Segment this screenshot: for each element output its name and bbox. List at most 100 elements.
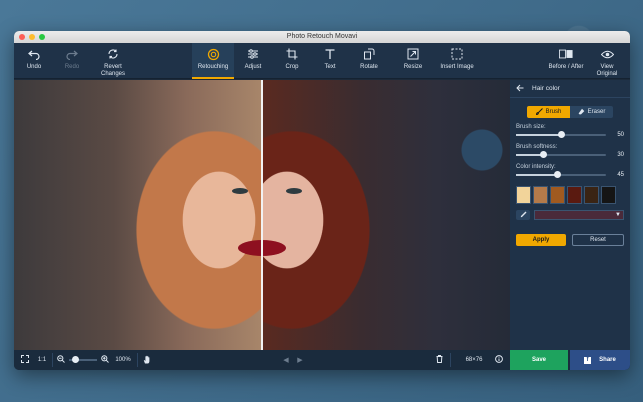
revert-label: Revert Changes	[100, 64, 126, 77]
color-swatch[interactable]	[516, 186, 531, 204]
tab-retouching[interactable]: Retouching	[192, 43, 234, 79]
hand-tool-button[interactable]	[140, 350, 154, 370]
redo-icon	[65, 47, 79, 61]
panel-header: Hair color	[510, 80, 630, 98]
before-photo	[14, 80, 262, 350]
slider-fill	[516, 154, 543, 156]
brush-eraser-toggle: Brush Eraser	[527, 106, 613, 118]
retouching-icon	[206, 47, 220, 61]
zoom-level: 100%	[115, 357, 131, 363]
zoom-slider-knob[interactable]	[72, 356, 79, 363]
hand-icon	[143, 355, 151, 366]
slider-fill	[516, 134, 561, 136]
tab-insert-image[interactable]: Insert Image	[440, 43, 474, 79]
title-bar: Photo Retouch Movavi	[14, 31, 630, 43]
slider-knob[interactable]	[553, 171, 561, 178]
fit-to-screen-button[interactable]	[18, 350, 32, 370]
reset-button[interactable]: Reset	[572, 234, 624, 246]
color-swatch[interactable]	[550, 186, 565, 204]
arrow-right-icon: ▶	[297, 357, 303, 364]
custom-color-dropdown[interactable]: ▼	[534, 210, 624, 220]
color-intensity-slider[interactable]	[516, 171, 606, 178]
separator	[137, 353, 138, 367]
eraser-mode-button[interactable]: Eraser	[570, 106, 613, 118]
arrow-left-icon: ◀	[283, 357, 289, 364]
brush-softness-label: Brush softness:	[516, 144, 558, 150]
brush-mode-button[interactable]: Brush	[527, 106, 570, 118]
color-swatch[interactable]	[533, 186, 548, 204]
tab-text[interactable]: Text	[316, 43, 344, 79]
slider-knob[interactable]	[558, 131, 565, 138]
slider-knob[interactable]	[540, 151, 547, 158]
app-window: Photo Retouch Movavi Undo Redo Revert Ch…	[14, 31, 630, 370]
zoom-out-button[interactable]	[56, 350, 66, 370]
tab-adjust[interactable]: Adjust	[238, 43, 268, 79]
before-after-divider-handle[interactable]	[261, 80, 263, 350]
view-original-button[interactable]: View Original	[590, 43, 624, 79]
trash-icon	[436, 355, 443, 365]
image-canvas[interactable]	[14, 80, 510, 350]
info-icon	[495, 355, 503, 365]
brush-softness-slider-row: Brush softness: 30	[510, 144, 630, 158]
apply-button[interactable]: Apply	[516, 234, 566, 246]
text-label: Text	[324, 64, 336, 70]
eraser-icon	[578, 108, 585, 117]
before-after-label: Before / After	[548, 64, 584, 70]
rotate-icon	[362, 47, 376, 61]
tab-rotate[interactable]: Rotate	[354, 43, 384, 79]
info-button[interactable]	[492, 350, 506, 370]
undo-button[interactable]: Undo	[20, 43, 48, 79]
share-label: Share	[599, 357, 616, 363]
tab-resize[interactable]: Resize	[398, 43, 428, 79]
color-swatch[interactable]	[584, 186, 599, 204]
revert-changes-button[interactable]: Revert Changes	[96, 43, 130, 79]
custom-color-row: ▼	[510, 210, 630, 220]
minimize-window-button[interactable]	[29, 34, 35, 40]
brush-size-slider[interactable]	[516, 131, 606, 138]
crop-icon	[285, 47, 299, 61]
insert-image-icon	[450, 47, 464, 61]
resize-icon	[406, 47, 420, 61]
zoom-out-icon	[57, 355, 65, 365]
redo-button[interactable]: Redo	[58, 43, 86, 79]
share-button[interactable]: f Share	[570, 350, 630, 370]
zoom-in-button[interactable]	[100, 350, 110, 370]
eye-icon	[600, 47, 614, 61]
previous-image-button[interactable]: ◀	[280, 350, 292, 370]
color-swatch[interactable]	[567, 186, 582, 204]
view-original-label: View Original	[596, 64, 618, 77]
delete-button[interactable]	[432, 350, 446, 370]
zoom-window-button[interactable]	[39, 34, 45, 40]
brush-icon	[535, 107, 543, 117]
brush-softness-value[interactable]: 30	[610, 152, 624, 158]
active-tab-indicator	[192, 77, 234, 79]
retouching-label: Retouching	[197, 64, 229, 70]
sliders-icon	[246, 47, 260, 61]
adjust-label: Adjust	[244, 64, 262, 70]
save-button[interactable]: Save	[510, 350, 568, 370]
actual-size-button[interactable]: 1:1	[34, 350, 50, 370]
photo-detail	[286, 188, 302, 194]
tab-crop[interactable]: Crop	[278, 43, 306, 79]
brush-size-label: Brush size:	[516, 124, 546, 130]
color-swatches	[510, 186, 630, 204]
brush-label: Brush	[545, 109, 562, 115]
before-after-icon	[559, 47, 573, 61]
close-window-button[interactable]	[19, 34, 25, 40]
brush-softness-slider[interactable]	[516, 151, 606, 158]
expand-icon	[21, 355, 29, 365]
back-arrow-icon[interactable]	[516, 84, 524, 94]
redo-label: Redo	[64, 64, 80, 70]
zoom-in-icon	[101, 355, 109, 365]
color-intensity-value[interactable]: 45	[610, 172, 624, 178]
color-swatch[interactable]	[601, 186, 616, 204]
slider-fill	[516, 174, 557, 176]
image-dimensions: 68×76	[465, 357, 483, 363]
chevron-down-icon: ▼	[615, 212, 621, 218]
zoom-slider[interactable]	[68, 350, 98, 370]
next-image-button[interactable]: ▶	[294, 350, 306, 370]
toolbar: Undo Redo Revert Changes Retouching Adju…	[14, 43, 630, 79]
eyedropper-button[interactable]	[516, 210, 530, 220]
brush-size-value[interactable]: 50	[610, 132, 624, 138]
before-after-button[interactable]: Before / After	[548, 43, 584, 79]
